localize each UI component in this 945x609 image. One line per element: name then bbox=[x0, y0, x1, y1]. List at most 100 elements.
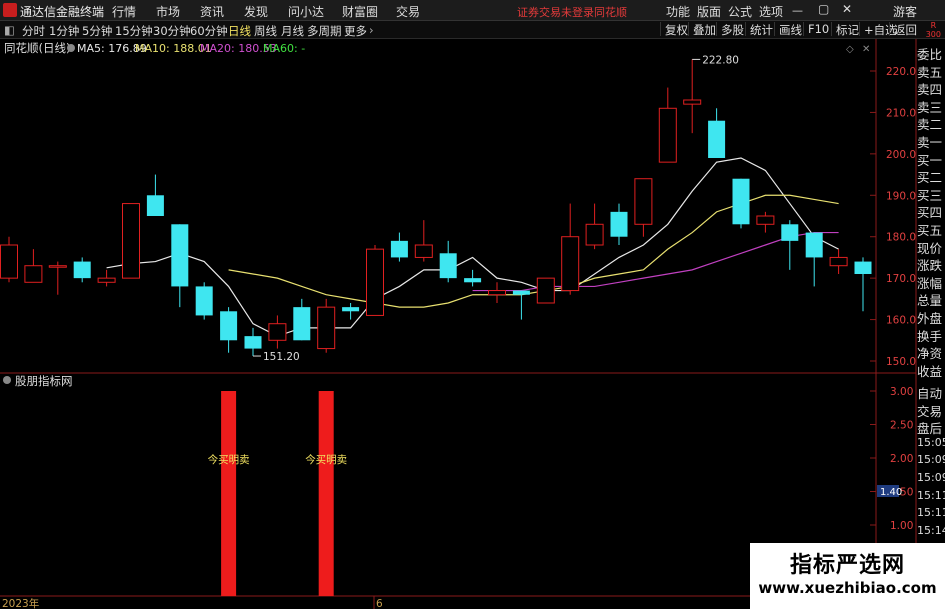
ma5-line bbox=[106, 157, 839, 337]
period-weekly[interactable]: 周线 bbox=[254, 23, 277, 39]
restore-icon[interactable]: ▢ bbox=[818, 2, 829, 16]
watermark-url: www.xuezhibiao.com bbox=[758, 579, 937, 597]
ma-lines bbox=[106, 157, 839, 337]
ma20-line bbox=[472, 231, 839, 292]
period-60min[interactable]: 60分钟 bbox=[190, 23, 228, 39]
close-icon[interactable]: ✕ bbox=[842, 2, 852, 16]
price-tick-label: 220.0 bbox=[886, 66, 916, 78]
candle-body bbox=[244, 336, 262, 349]
watermark: 指标严选网 www.xuezhibiao.com bbox=[750, 543, 945, 609]
tool-multi-stock[interactable]: 多股 bbox=[716, 22, 748, 37]
signal-bar bbox=[318, 391, 334, 596]
candle-body bbox=[122, 203, 140, 279]
indicator-tick-label: 2.00 bbox=[890, 453, 913, 465]
candle-body bbox=[634, 178, 653, 225]
candle bbox=[658, 87, 677, 163]
trade-label: 交易 bbox=[917, 403, 943, 419]
app-name: 通达信金融终端 bbox=[20, 5, 105, 19]
candle-body bbox=[439, 253, 457, 279]
menu-trade[interactable]: 交易 bbox=[396, 3, 420, 20]
quote-label: 买三 bbox=[917, 187, 943, 203]
candle-body bbox=[342, 307, 360, 312]
candle-body bbox=[317, 306, 336, 350]
menu-news[interactable]: 资讯 bbox=[200, 3, 224, 20]
diamond-icon[interactable]: ◇ bbox=[846, 44, 854, 55]
menu-function[interactable]: 功能 bbox=[666, 3, 690, 20]
current-value: 1.40 bbox=[880, 487, 902, 498]
chevron-right-icon[interactable]: › bbox=[369, 23, 374, 37]
candle bbox=[244, 327, 262, 357]
candle bbox=[732, 178, 750, 229]
close-chart-icon[interactable]: ✕ bbox=[862, 44, 870, 55]
tool-stats[interactable]: 统计 bbox=[745, 22, 777, 37]
quote-label: 净资 bbox=[917, 346, 943, 362]
tool-f10[interactable]: F10 bbox=[803, 22, 833, 36]
tool-draw[interactable]: 画线 bbox=[774, 22, 806, 37]
toggle-panel-icon[interactable]: ◧ bbox=[4, 23, 15, 37]
period-30min[interactable]: 30分钟 bbox=[153, 23, 191, 39]
tool-back[interactable]: 返回 bbox=[889, 22, 921, 37]
guest-user[interactable]: 游客 bbox=[893, 3, 917, 20]
date-start: 2023年 bbox=[2, 597, 39, 609]
candle bbox=[0, 236, 18, 283]
settings-dot-icon[interactable] bbox=[67, 44, 75, 52]
kline-chart[interactable]: 同花顺(日线) MA5: 176.89 MA10: 188.01 MA20: 1… bbox=[0, 39, 945, 609]
minimize-icon[interactable]: — bbox=[792, 4, 803, 17]
period-daily[interactable]: 日线 bbox=[228, 23, 251, 39]
candle-body bbox=[146, 195, 164, 216]
candle-body bbox=[585, 223, 604, 246]
period-monthly[interactable]: 月线 bbox=[281, 23, 304, 39]
candle-body bbox=[48, 265, 67, 268]
quote-label: 买五 bbox=[917, 223, 943, 238]
candle bbox=[488, 282, 506, 303]
period-15min[interactable]: 15分钟 bbox=[115, 23, 153, 39]
quote-label: 涨幅 bbox=[917, 275, 943, 291]
candle-body bbox=[171, 224, 189, 287]
signal-bars: 今买明卖 今买明卖 bbox=[208, 391, 347, 596]
signal-label: 今买明卖 bbox=[305, 453, 347, 466]
candle bbox=[805, 232, 823, 287]
stock-title: 同花顺(日线) bbox=[4, 41, 70, 55]
candle-body bbox=[536, 277, 555, 304]
indicator-settings-icon[interactable] bbox=[3, 376, 11, 384]
high-label: 222.80 bbox=[702, 54, 739, 66]
candle bbox=[854, 257, 872, 312]
period-1min[interactable]: 1分钟 bbox=[49, 23, 79, 39]
period-5min[interactable]: 5分钟 bbox=[82, 23, 112, 39]
trade-login-warning[interactable]: 证券交易未登录 bbox=[517, 4, 594, 20]
period-intraday[interactable]: 分时 bbox=[22, 23, 45, 39]
candle bbox=[439, 240, 457, 283]
menu-market[interactable]: 市场 bbox=[156, 3, 180, 20]
period-more[interactable]: 更多 bbox=[344, 23, 367, 39]
trade-label: 15:14 bbox=[917, 523, 945, 537]
trade-label: 自动 bbox=[917, 386, 943, 401]
menu-discover[interactable]: 发现 bbox=[244, 3, 268, 20]
candle-body bbox=[220, 311, 238, 341]
candle-body bbox=[829, 256, 848, 267]
candle-body bbox=[24, 265, 43, 283]
quote-label: 卖二 bbox=[917, 117, 943, 133]
candle-body bbox=[781, 224, 799, 241]
indicator-tick-label: 3.00 bbox=[890, 386, 913, 398]
candle bbox=[293, 298, 311, 341]
quote-label: 涨跌 bbox=[917, 258, 943, 274]
menu-formula[interactable]: 公式 bbox=[728, 3, 752, 20]
quote-label: 卖一 bbox=[917, 135, 943, 150]
period-multi[interactable]: 多周期 bbox=[307, 23, 342, 39]
candle-body bbox=[366, 248, 384, 316]
candle-body bbox=[805, 232, 823, 258]
candle-body bbox=[854, 261, 872, 274]
menu-wealth[interactable]: 财富圈 bbox=[342, 3, 378, 20]
right-badge-bottom: 300 bbox=[925, 30, 941, 39]
price-tick-label: 150.0 bbox=[886, 356, 916, 368]
menu-ask[interactable]: 问小达 bbox=[288, 3, 324, 20]
menu-quotes[interactable]: 行情 bbox=[112, 3, 136, 20]
menu-options[interactable]: 选项 bbox=[759, 3, 783, 20]
indicator-tick-label: 1.00 bbox=[890, 520, 913, 532]
date-month: 6 bbox=[376, 598, 383, 609]
menu-layout[interactable]: 版面 bbox=[697, 3, 721, 20]
trade-label: 15:11 bbox=[917, 506, 945, 520]
candle-body bbox=[610, 211, 628, 237]
indicator-tick-label: 2.50 bbox=[890, 420, 913, 432]
quote-label: 总量 bbox=[917, 293, 943, 309]
